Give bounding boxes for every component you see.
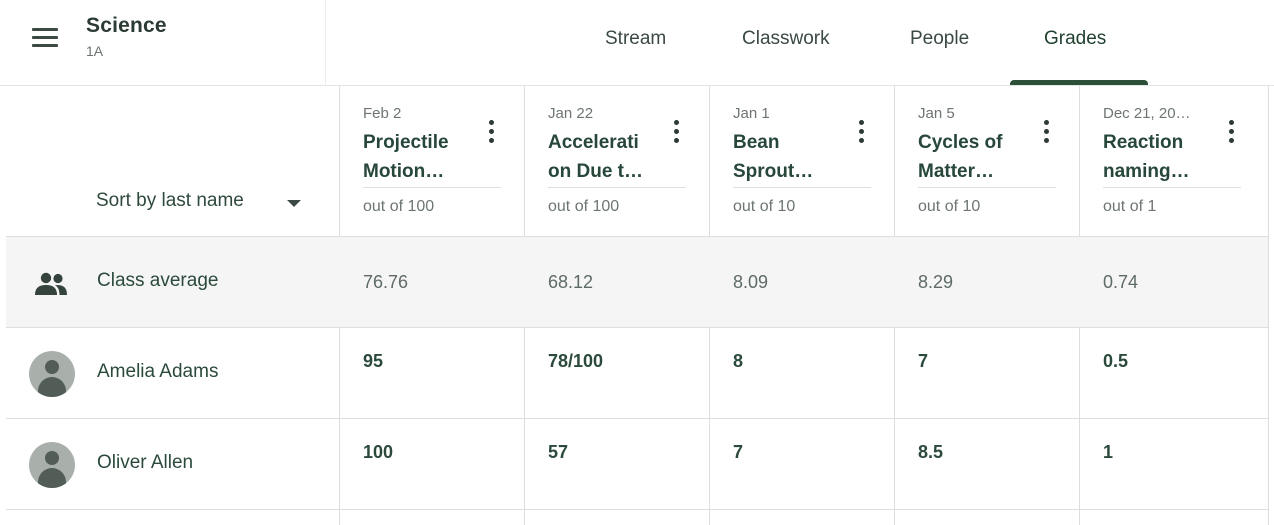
grade-cell[interactable]: 7	[733, 442, 743, 463]
assignment-title-line: naming…	[1103, 161, 1190, 182]
header-rule	[548, 187, 686, 188]
assignment-title-line: Bean	[733, 132, 780, 153]
header-divider	[325, 0, 326, 86]
assignment-header[interactable]: Jan 1 Bean Sprout… out of 10	[710, 86, 895, 236]
assignment-header[interactable]: Jan 22 Accelerati on Due t… out of 100	[525, 86, 710, 236]
grade-cell[interactable]: 57	[548, 442, 568, 463]
course-section: 1A	[86, 43, 104, 59]
row-divider	[6, 509, 1268, 510]
assignment-date: Jan 5	[918, 105, 955, 122]
caret-down-icon[interactable]	[287, 200, 301, 207]
assignment-date: Feb 2	[363, 105, 402, 122]
people-icon	[35, 272, 67, 295]
row-divider	[6, 418, 1268, 419]
assignment-date: Dec 21, 20…	[1103, 105, 1191, 122]
assignment-points: out of 10	[733, 198, 796, 215]
student-avatar	[29, 442, 75, 488]
header-rule	[918, 187, 1056, 188]
class-average-value: 76.76	[363, 272, 409, 292]
more-vert-icon[interactable]	[670, 120, 682, 146]
assignment-date: Jan 1	[733, 105, 770, 122]
grade-cell[interactable]: 7	[918, 351, 928, 372]
student-avatar	[29, 351, 75, 397]
more-vert-icon[interactable]	[1040, 120, 1052, 146]
assignment-title-line: Sprout…	[733, 161, 814, 182]
more-vert-icon[interactable]	[1225, 120, 1237, 146]
class-average-value: 8.09	[733, 272, 769, 292]
grade-cell[interactable]: 8.5	[918, 442, 943, 463]
assignment-points: out of 100	[363, 198, 435, 215]
tab-grades[interactable]: Grades	[1044, 28, 1106, 50]
tab-people[interactable]: People	[910, 28, 969, 50]
assignment-points: out of 10	[918, 198, 981, 215]
assignment-title-line: on Due t…	[548, 161, 643, 182]
grade-cell[interactable]: 95	[363, 351, 383, 372]
grade-cell[interactable]: 8	[733, 351, 743, 372]
assignment-date: Jan 22	[548, 105, 594, 122]
grade-cell[interactable]: 78/100	[548, 351, 603, 372]
header-rule	[1103, 187, 1241, 188]
student-name[interactable]: Amelia Adams	[97, 361, 218, 383]
assignment-title-line: Reaction	[1103, 132, 1184, 153]
more-vert-icon[interactable]	[855, 120, 867, 146]
class-average-value: 8.29	[918, 272, 954, 292]
assignment-title-line: Motion…	[363, 161, 445, 182]
assignment-title-line: Cycles of	[918, 132, 1003, 153]
class-average-value: 68.12	[548, 272, 594, 292]
grade-cell[interactable]: 1	[1103, 442, 1113, 463]
header-rule	[363, 187, 501, 188]
assignment-title-line: Projectile	[363, 132, 449, 153]
assignment-title[interactable]: Projectile Motion…	[363, 128, 481, 186]
course-header: Science 1A	[86, 14, 167, 59]
tab-stream[interactable]: Stream	[605, 28, 666, 50]
grade-cell[interactable]: 100	[363, 442, 393, 463]
assignment-title[interactable]: Reaction naming…	[1103, 128, 1221, 186]
sort-dropdown[interactable]: Sort by last name	[96, 190, 244, 212]
assignment-title-line: Accelerati	[548, 132, 639, 153]
assignment-header[interactable]: Jan 5 Cycles of Matter… out of 10	[895, 86, 1080, 236]
assignment-points: out of 100	[548, 198, 620, 215]
class-average-label: Class average	[97, 270, 219, 291]
more-vert-icon[interactable]	[485, 120, 497, 146]
assignment-title[interactable]: Cycles of Matter…	[918, 128, 1036, 186]
grade-cell[interactable]: 0.5	[1103, 351, 1128, 372]
assignment-title-line: Matter…	[918, 161, 995, 182]
assignment-header[interactable]: Dec 21, 20… Reaction naming… out of 1	[1080, 86, 1265, 236]
student-name[interactable]: Oliver Allen	[97, 452, 193, 474]
course-name[interactable]: Science	[86, 14, 167, 38]
column-divider	[1268, 86, 1269, 525]
assignment-title[interactable]: Bean Sprout…	[733, 128, 851, 186]
tab-classwork[interactable]: Classwork	[742, 28, 830, 50]
header-rule	[733, 187, 871, 188]
top-app-bar: Science 1A Stream Classwork People Grade…	[0, 0, 1274, 86]
active-tab-indicator	[1010, 80, 1148, 85]
assignment-points: out of 1	[1103, 198, 1157, 215]
row-divider	[6, 327, 1268, 328]
assignment-header[interactable]: Feb 2 Projectile Motion… out of 100	[340, 86, 525, 236]
assignment-title[interactable]: Accelerati on Due t…	[548, 128, 666, 186]
class-average-value: 0.74	[1103, 272, 1139, 292]
hamburger-menu-icon[interactable]	[30, 28, 60, 54]
